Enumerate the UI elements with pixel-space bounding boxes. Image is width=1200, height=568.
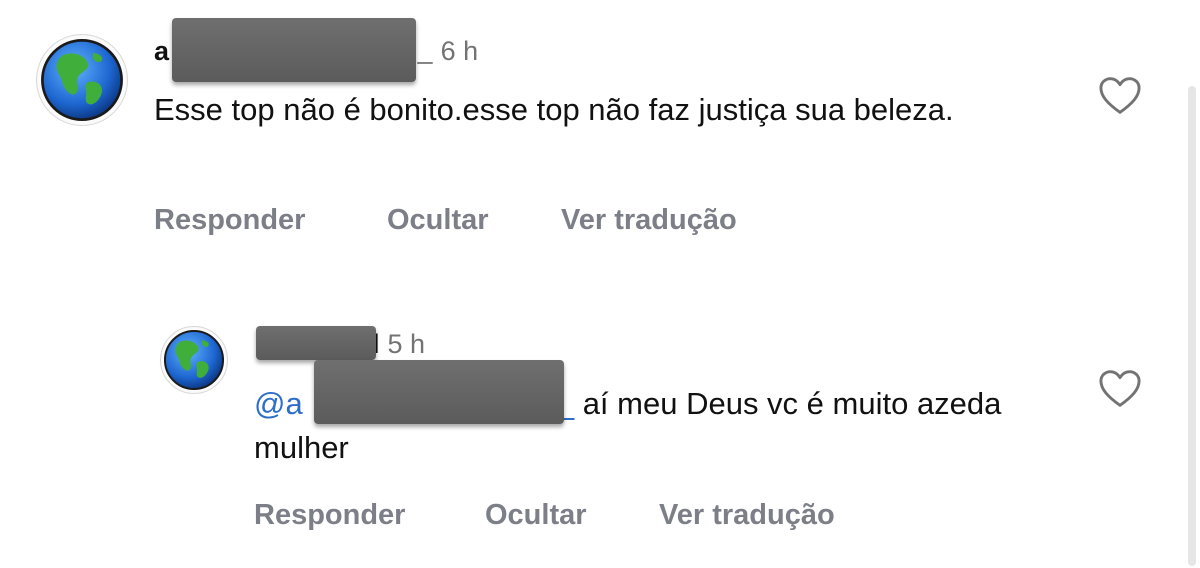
comment-timestamp: 6 h	[440, 36, 479, 66]
hide-button[interactable]: Ocultar	[485, 499, 587, 532]
globe-icon	[163, 329, 225, 391]
comment-text: Esse top não é bonito.esse top não faz j…	[154, 92, 954, 127]
like-button[interactable]	[1098, 76, 1142, 116]
like-button[interactable]	[1098, 369, 1142, 409]
reply-button[interactable]: Responder	[254, 499, 405, 532]
redaction-block	[314, 360, 564, 424]
globe-icon	[41, 39, 123, 121]
translate-button[interactable]: Ver tradução	[659, 499, 835, 532]
username[interactable]: a	[154, 36, 169, 66]
comment-timestamp: 5 h	[387, 329, 426, 359]
heart-outline-icon	[1099, 77, 1141, 114]
avatar[interactable]	[160, 326, 228, 394]
redaction-block	[256, 326, 376, 360]
hide-button[interactable]: Ocultar	[387, 204, 489, 237]
reply-button[interactable]: Responder	[154, 204, 305, 237]
translate-button[interactable]: Ver tradução	[561, 204, 737, 237]
redaction-block	[172, 18, 416, 82]
scrollbar[interactable]	[1188, 86, 1196, 566]
avatar[interactable]	[36, 34, 128, 126]
heart-outline-icon	[1099, 370, 1141, 407]
